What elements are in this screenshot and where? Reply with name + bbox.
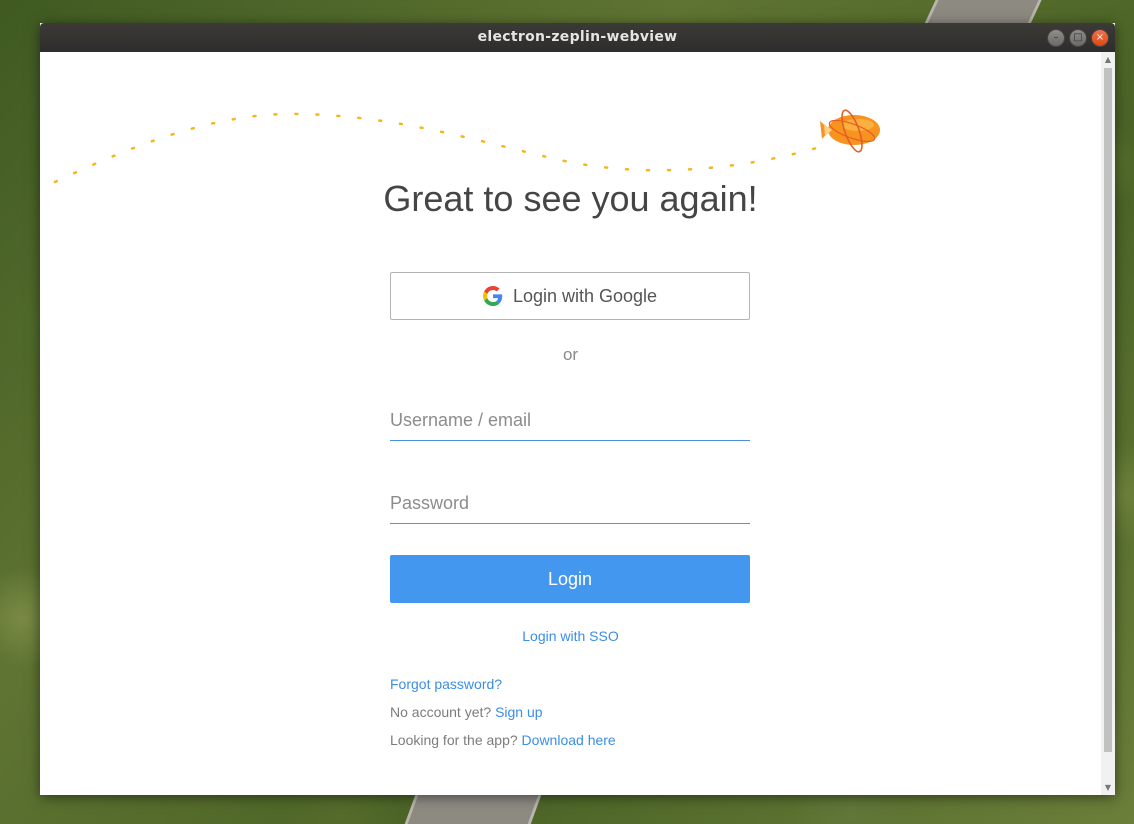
desktop-road-top (924, 0, 1042, 24)
google-icon (482, 286, 503, 306)
scroll-up-arrow-icon[interactable]: ▲ (1101, 55, 1115, 64)
forgot-password-row: Forgot password? (390, 670, 616, 698)
username-field[interactable] (390, 400, 750, 441)
app-window: electron-zeplin-webview – □ × Great to s… (40, 23, 1115, 795)
sign-up-link[interactable]: Sign up (495, 704, 542, 720)
forgot-password-link[interactable]: Forgot password? (390, 676, 502, 692)
window-title: electron-zeplin-webview (477, 29, 678, 45)
minimize-button[interactable]: – (1047, 29, 1065, 47)
auxiliary-links: Forgot password? No account yet? Sign up… (390, 670, 616, 754)
password-field[interactable] (390, 483, 750, 524)
desktop-road-bottom (404, 795, 542, 824)
signup-row: No account yet? Sign up (390, 698, 616, 726)
scroll-down-arrow-icon[interactable]: ▼ (1101, 783, 1115, 792)
download-link[interactable]: Download here (522, 732, 616, 748)
maximize-button[interactable]: □ (1069, 29, 1087, 47)
title-bar[interactable]: electron-zeplin-webview – □ × (40, 23, 1115, 52)
or-divider: or (562, 345, 579, 364)
scrollbar-thumb[interactable] (1104, 68, 1112, 752)
page-title: Great to see you again! (383, 178, 758, 219)
no-account-text: No account yet? (390, 704, 492, 720)
window-controls: – □ × (1047, 29, 1109, 47)
google-button-label: Login with Google (512, 285, 658, 306)
login-with-sso-link[interactable]: Login with SSO (40, 628, 1101, 644)
username-input[interactable] (390, 400, 750, 440)
password-input[interactable] (390, 483, 750, 523)
login-page: Great to see you again! Login with Googl… (40, 52, 1101, 795)
login-with-google-button[interactable]: Login with Google (390, 272, 750, 320)
vertical-scrollbar[interactable]: ▲ ▼ (1101, 52, 1115, 795)
login-button[interactable]: Login (390, 555, 750, 603)
looking-for-app-text: Looking for the app? (390, 732, 518, 748)
zeplin-blimp-icon (820, 109, 880, 153)
download-row: Looking for the app? Download here (390, 726, 616, 754)
close-button[interactable]: × (1091, 29, 1109, 47)
